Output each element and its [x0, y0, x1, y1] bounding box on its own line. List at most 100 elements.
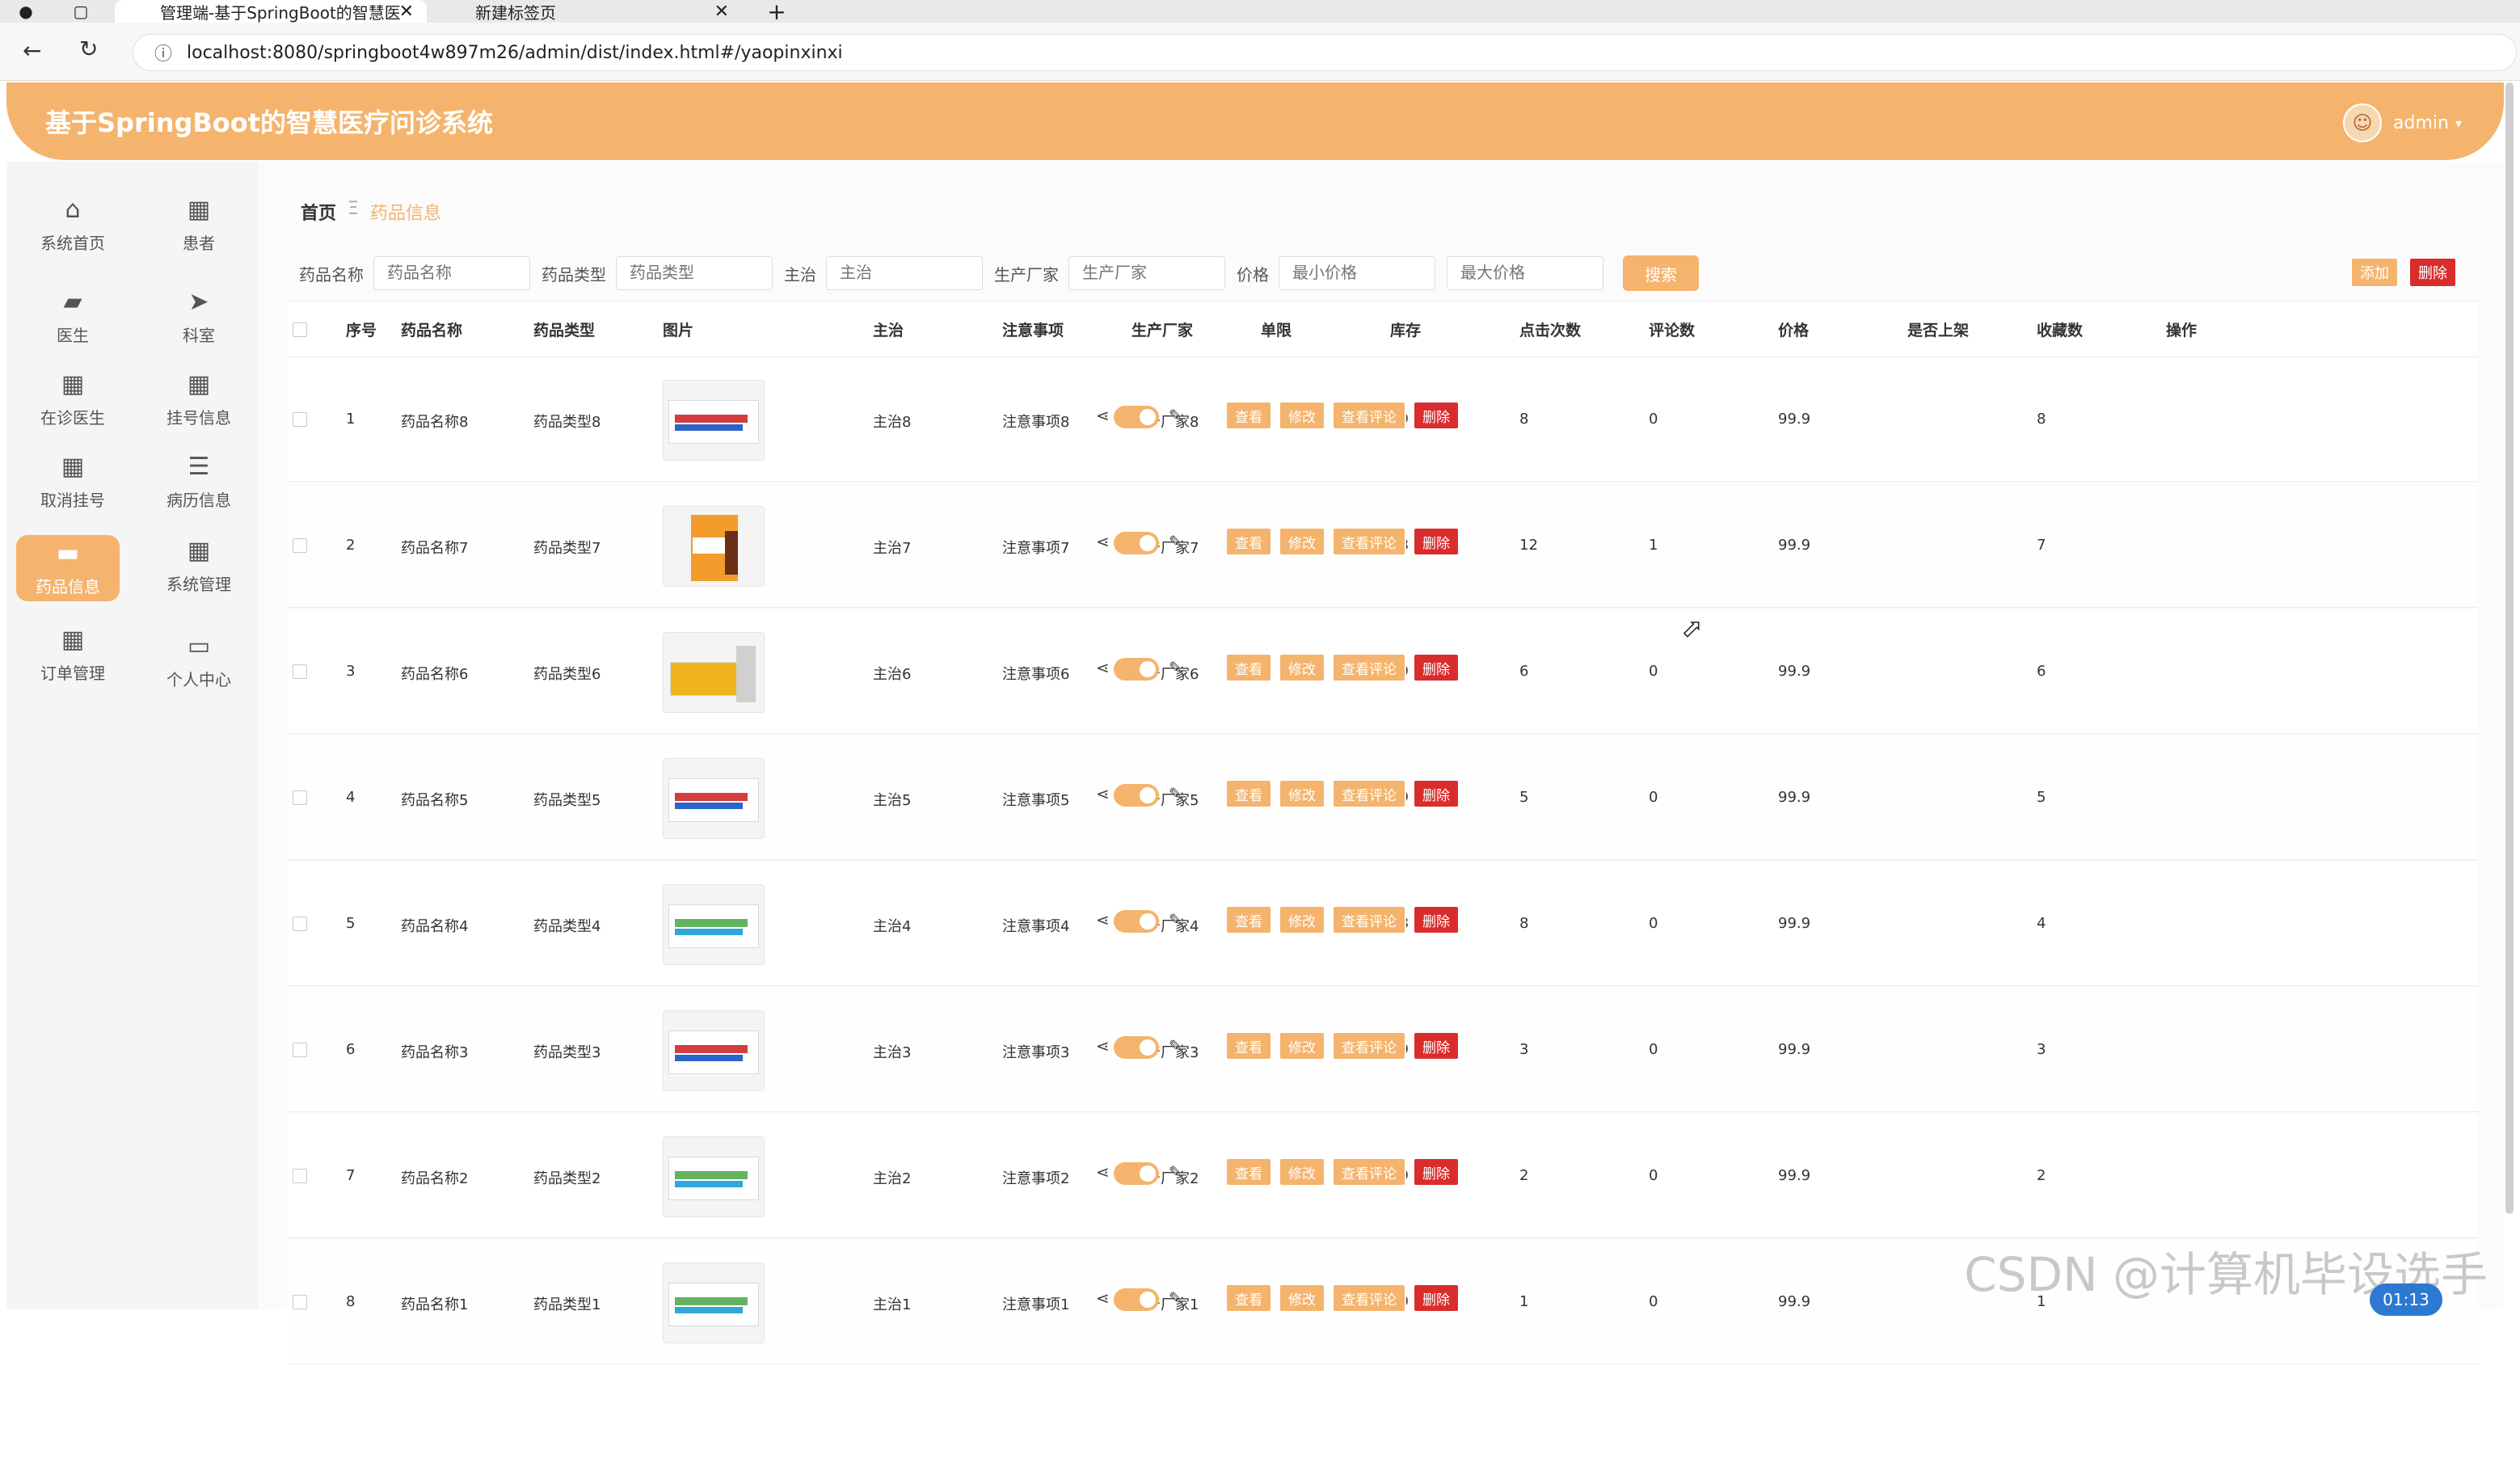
- view-button[interactable]: 查看: [1225, 779, 1272, 808]
- row-checkbox[interactable]: [293, 1169, 307, 1183]
- search-button[interactable]: 搜索: [1623, 255, 1699, 291]
- select-all-checkbox[interactable]: [293, 322, 307, 337]
- row-checkbox[interactable]: [293, 412, 307, 427]
- header-comments[interactable]: 评论数: [1649, 318, 1695, 340]
- chevron-down-icon[interactable]: ▾: [2455, 116, 2462, 131]
- edit-button[interactable]: 修改: [1279, 527, 1325, 556]
- sidebar-item-profile[interactable]: ▭ 个人中心: [142, 626, 255, 697]
- row-delete-button[interactable]: 删除: [1413, 1283, 1460, 1313]
- user-menu[interactable]: ☺ admin ▾: [2343, 103, 2462, 142]
- share-icon[interactable]: ⋖: [1096, 532, 1110, 551]
- row-checkbox[interactable]: [293, 917, 307, 931]
- view-button[interactable]: 查看: [1225, 401, 1272, 430]
- view-button[interactable]: 查看: [1225, 905, 1272, 934]
- header-type[interactable]: 药品类型: [533, 318, 595, 340]
- header-stock[interactable]: 库存: [1390, 318, 1421, 340]
- status-toggle[interactable]: [1114, 910, 1159, 933]
- row-delete-button[interactable]: 删除: [1413, 1031, 1460, 1060]
- name-input[interactable]: [373, 256, 530, 290]
- close-icon[interactable]: ✕: [714, 2, 729, 22]
- edit-icon[interactable]: ✎: [1169, 1162, 1182, 1182]
- status-toggle[interactable]: [1114, 1036, 1159, 1059]
- header-price[interactable]: 价格: [1778, 318, 1809, 340]
- edit-button[interactable]: 修改: [1279, 401, 1325, 430]
- share-icon[interactable]: ⋖: [1096, 1036, 1110, 1056]
- comments-button[interactable]: 查看评论: [1332, 1283, 1406, 1313]
- status-toggle[interactable]: [1114, 658, 1159, 681]
- header-limit[interactable]: 单限: [1261, 318, 1292, 340]
- status-toggle[interactable]: [1114, 1162, 1159, 1185]
- header-note[interactable]: 注意事项: [1002, 318, 1064, 340]
- edit-icon[interactable]: ✎: [1169, 910, 1182, 929]
- page-scrollbar[interactable]: [2505, 82, 2514, 1214]
- breadcrumb-home[interactable]: 首页: [301, 199, 336, 225]
- refresh-icon[interactable]: ↻: [79, 36, 98, 62]
- row-checkbox[interactable]: [293, 1295, 307, 1309]
- row-delete-button[interactable]: 删除: [1413, 401, 1460, 430]
- header-name[interactable]: 药品名称: [401, 318, 462, 340]
- max-price-input[interactable]: [1447, 256, 1603, 290]
- share-icon[interactable]: ⋖: [1096, 910, 1110, 929]
- row-checkbox[interactable]: [293, 790, 307, 805]
- edit-button[interactable]: 修改: [1279, 905, 1325, 934]
- status-toggle[interactable]: [1114, 532, 1159, 554]
- comments-button[interactable]: 查看评论: [1332, 401, 1406, 430]
- row-checkbox[interactable]: [293, 664, 307, 679]
- type-input[interactable]: [616, 256, 773, 290]
- sidebar-item-orders[interactable]: ▦ 订单管理: [16, 619, 129, 690]
- row-delete-button[interactable]: 删除: [1413, 905, 1460, 934]
- row-delete-button[interactable]: 删除: [1413, 653, 1460, 682]
- edit-button[interactable]: 修改: [1279, 1157, 1325, 1186]
- sidebar-item-medicines[interactable]: ▬ 药品信息: [16, 535, 120, 601]
- min-price-input[interactable]: [1279, 256, 1435, 290]
- header-maker[interactable]: 生产厂家: [1131, 318, 1193, 340]
- view-button[interactable]: 查看: [1225, 527, 1272, 556]
- edit-button[interactable]: 修改: [1279, 653, 1325, 682]
- comments-button[interactable]: 查看评论: [1332, 905, 1406, 934]
- share-icon[interactable]: ⋖: [1096, 406, 1110, 425]
- view-button[interactable]: 查看: [1225, 1283, 1272, 1313]
- close-icon[interactable]: ✕: [399, 2, 414, 22]
- comments-button[interactable]: 查看评论: [1332, 1157, 1406, 1186]
- sidebar-item-appointments[interactable]: ▦ 挂号信息: [142, 364, 255, 435]
- edit-button[interactable]: 修改: [1279, 1283, 1325, 1313]
- view-button[interactable]: 查看: [1225, 653, 1272, 682]
- edit-icon[interactable]: ✎: [1169, 658, 1182, 677]
- comments-button[interactable]: 查看评论: [1332, 527, 1406, 556]
- share-icon[interactable]: ⋖: [1096, 1162, 1110, 1182]
- browser-tab-admin[interactable]: 管理端-基于SpringBoot的智慧医 ✕: [115, 0, 427, 23]
- row-checkbox[interactable]: [293, 1043, 307, 1057]
- info-icon[interactable]: ⓘ: [154, 40, 172, 65]
- header-clicks[interactable]: 点击次数: [1519, 318, 1581, 340]
- comments-button[interactable]: 查看评论: [1332, 653, 1406, 682]
- browser-tab-new[interactable]: 新建标签页 ✕: [433, 0, 742, 23]
- row-delete-button[interactable]: 删除: [1413, 779, 1460, 808]
- edit-button[interactable]: 修改: [1279, 779, 1325, 808]
- add-button[interactable]: 添加: [2350, 257, 2399, 288]
- status-toggle[interactable]: [1114, 406, 1159, 428]
- edit-icon[interactable]: ✎: [1169, 532, 1182, 551]
- share-icon[interactable]: ⋖: [1096, 1288, 1110, 1308]
- main-input[interactable]: [826, 256, 983, 290]
- sidebar-item-doctors[interactable]: ▰ 医生: [16, 281, 129, 352]
- view-button[interactable]: 查看: [1225, 1031, 1272, 1060]
- edit-icon[interactable]: ✎: [1169, 1288, 1182, 1308]
- status-toggle[interactable]: [1114, 784, 1159, 807]
- comments-button[interactable]: 查看评论: [1332, 779, 1406, 808]
- sidebar-item-active-doctors[interactable]: ▦ 在诊医生: [16, 364, 129, 435]
- delete-button[interactable]: 删除: [2408, 257, 2457, 288]
- avatar[interactable]: ☺: [2343, 103, 2383, 142]
- edit-icon[interactable]: ✎: [1169, 406, 1182, 425]
- edit-icon[interactable]: ✎: [1169, 784, 1182, 803]
- sidebar-item-records[interactable]: ☰ 病历信息: [142, 446, 255, 517]
- view-button[interactable]: 查看: [1225, 1157, 1272, 1186]
- address-bar[interactable]: ⓘ localhost:8080/springboot4w897m26/admi…: [133, 34, 2517, 71]
- sidebar-item-system[interactable]: ▦ 系统管理: [142, 530, 255, 601]
- row-delete-button[interactable]: 删除: [1413, 1157, 1460, 1186]
- header-main[interactable]: 主治: [873, 318, 904, 340]
- header-status[interactable]: 是否上架: [1907, 318, 1969, 340]
- comments-button[interactable]: 查看评论: [1332, 1031, 1406, 1060]
- edit-button[interactable]: 修改: [1279, 1031, 1325, 1060]
- header-fav[interactable]: 收藏数: [2037, 318, 2083, 340]
- row-delete-button[interactable]: 删除: [1413, 527, 1460, 556]
